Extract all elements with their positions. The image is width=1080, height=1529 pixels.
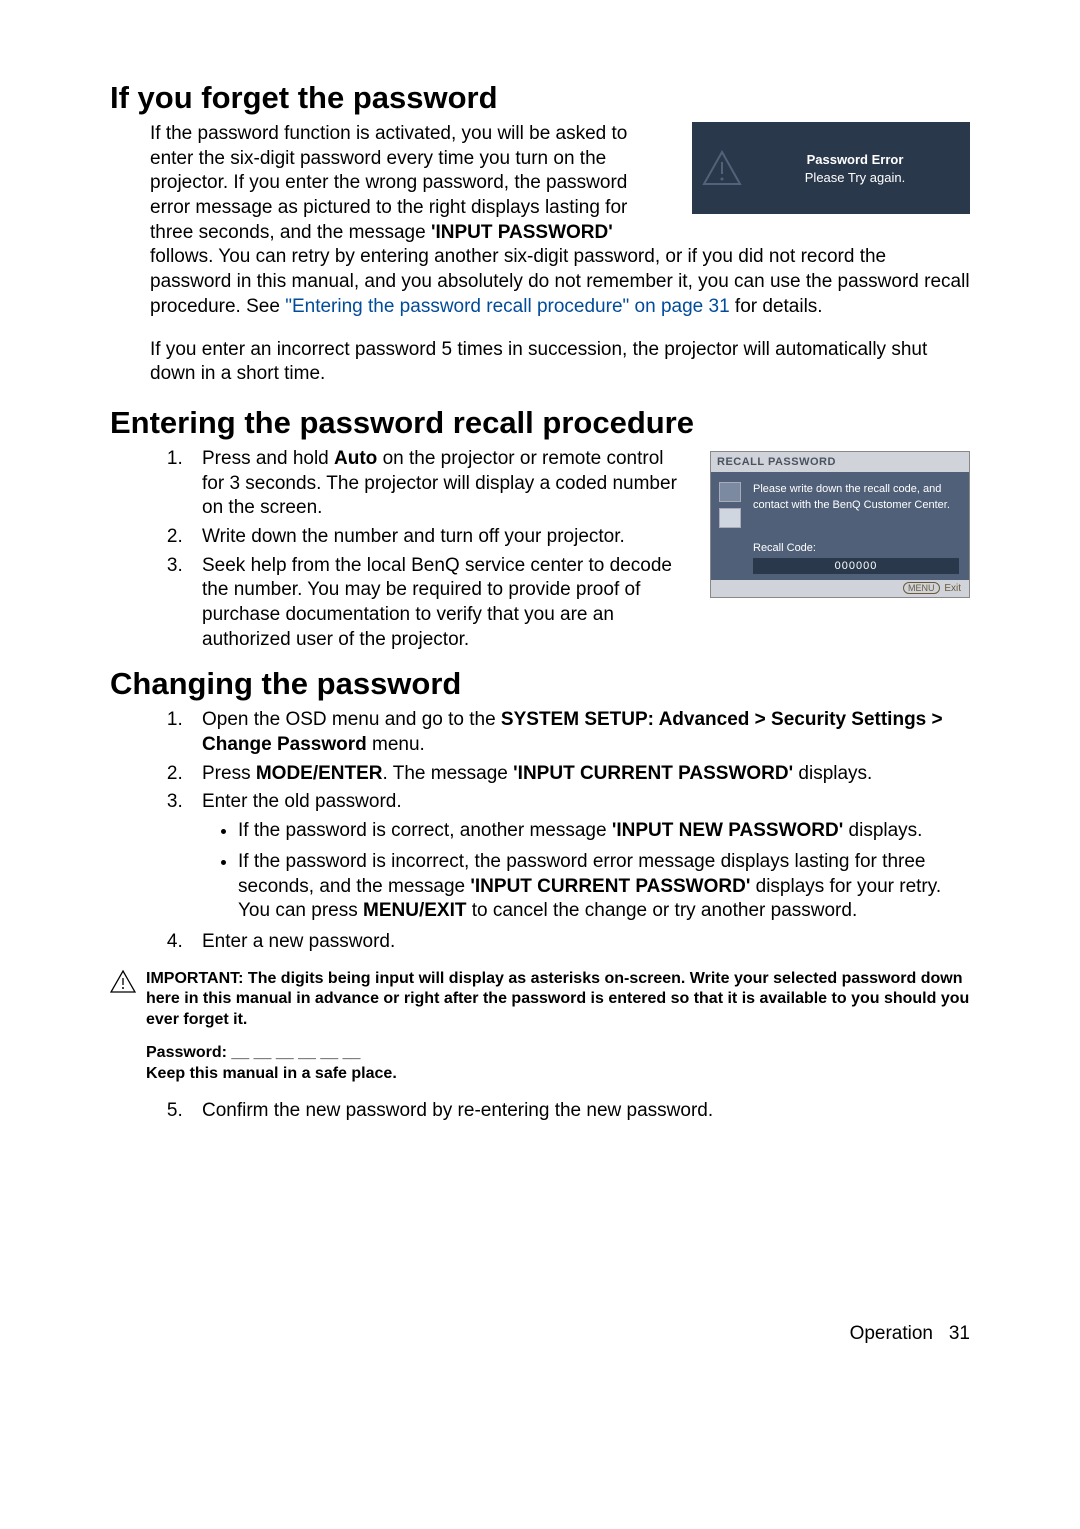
change-step-4: Enter a new password. [188, 930, 970, 955]
recall-footer: MENU Exit [711, 580, 969, 597]
important-note: IMPORTANT: The digits being input will d… [146, 969, 970, 1031]
recall-code-label: Recall Code: [711, 540, 969, 556]
change-step-2: Press MODE/ENTER. The message 'INPUT CUR… [188, 762, 970, 787]
recall-thumb-icon [719, 508, 741, 528]
caution-icon [110, 969, 136, 1031]
recall-thumb-icon [719, 482, 741, 502]
password-blank-line: Password: __ __ __ __ __ __ [146, 1043, 970, 1064]
heading-recall-procedure: Entering the password recall procedure [110, 405, 970, 441]
forget-paragraph-2: If you enter an incorrect password 5 tim… [150, 338, 970, 387]
recall-code-value: 000000 [753, 558, 959, 574]
change-step-3: Enter the old password. If the password … [188, 790, 970, 923]
change-steps: Open the OSD menu and go to the SYSTEM S… [110, 708, 970, 954]
menu-pill: MENU [903, 582, 940, 594]
page-footer: Operation 31 [110, 1323, 970, 1345]
error-title: Password Error [750, 152, 960, 167]
warning-triangle-icon [702, 148, 742, 188]
link-recall-procedure[interactable]: "Entering the password recall procedure"… [285, 296, 729, 317]
heading-changing-password: Changing the password [110, 666, 970, 702]
change-step-3a: If the password is correct, another mess… [238, 819, 970, 844]
keep-manual-note: Keep this manual in a safe place. [146, 1064, 970, 1085]
password-error-screenshot: Password Error Please Try again. [692, 122, 970, 214]
change-step-5: Confirm the new password by re-entering … [188, 1099, 970, 1124]
change-steps-cont: Confirm the new password by re-entering … [110, 1099, 970, 1124]
recall-password-screenshot: RECALL PASSWORD Please write down the re… [710, 451, 970, 598]
recall-header: RECALL PASSWORD [711, 452, 969, 472]
exit-label: Exit [944, 583, 961, 594]
heading-forget-password: If you forget the password [110, 80, 970, 116]
change-step-1: Open the OSD menu and go to the SYSTEM S… [188, 708, 970, 757]
change-step-3b: If the password is incorrect, the passwo… [238, 850, 970, 924]
error-msg: Please Try again. [750, 170, 960, 185]
recall-msg: Please write down the recall code, and c… [747, 482, 961, 534]
